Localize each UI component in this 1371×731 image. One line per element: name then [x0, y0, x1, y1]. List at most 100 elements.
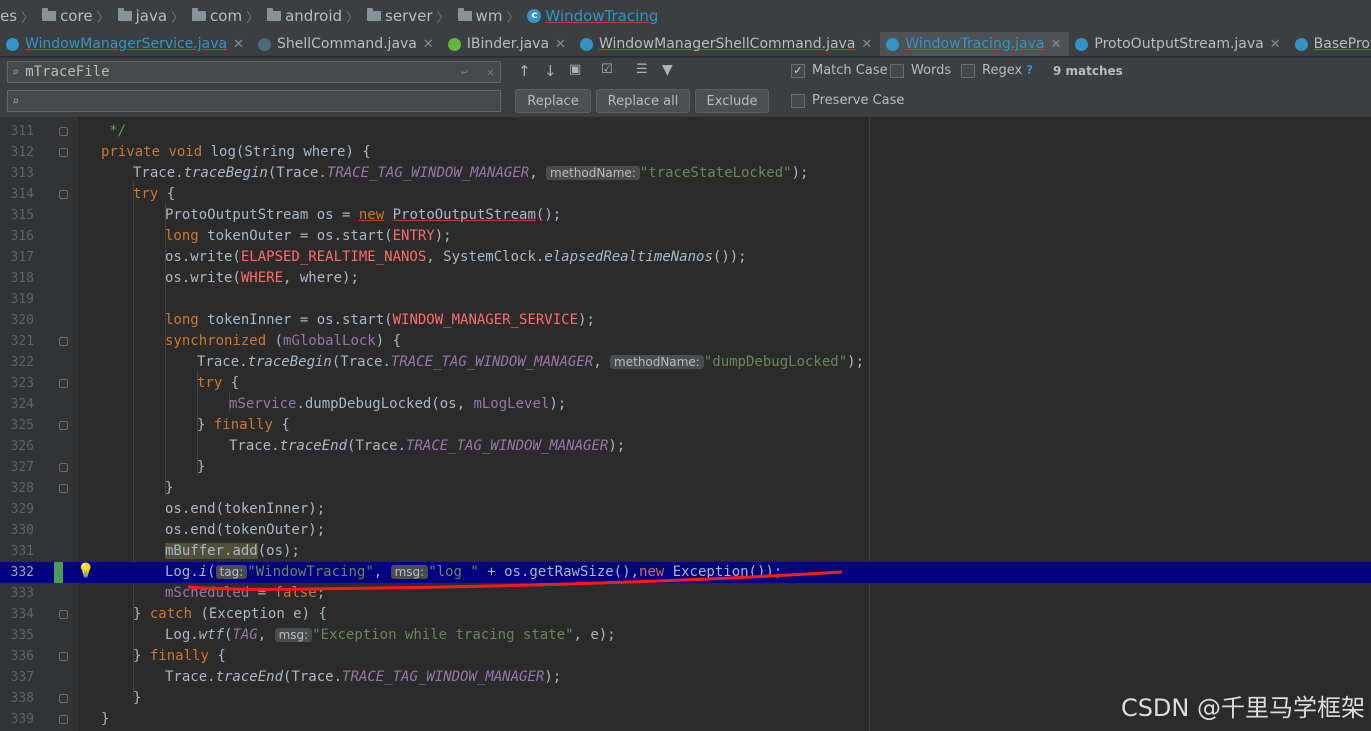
- history-icon[interactable]: ↩: [461, 65, 468, 79]
- class-icon: [1075, 37, 1089, 51]
- tab-windowtracing[interactable]: WindowTracing.java ✕: [880, 32, 1070, 56]
- code-line: 316 long tokenOuter = os.start(ENTRY);: [10, 228, 452, 244]
- replace-button[interactable]: Replace: [515, 89, 591, 113]
- close-icon[interactable]: ✕: [233, 37, 244, 52]
- code-line: 324 mService.dumpDebugLocked(os, mLogLev…: [10, 396, 567, 412]
- close-icon[interactable]: ✕: [1051, 37, 1062, 52]
- param-hint: methodName:: [546, 166, 640, 180]
- close-icon[interactable]: ✕: [423, 37, 434, 52]
- code-line: 319: [10, 292, 34, 307]
- folder-icon: [117, 8, 132, 21]
- lightbulb-icon[interactable]: 💡: [77, 562, 94, 581]
- code-line: 317 os.write(ELAPSED_REALTIME_NANOS, Sys…: [10, 249, 747, 265]
- code-line: 336 } finally {: [10, 648, 226, 664]
- fold-marker-icon[interactable]: [59, 694, 68, 703]
- search-icon: ⌕: [12, 65, 20, 79]
- arrow-down-icon[interactable]: ↓: [544, 62, 557, 80]
- fold-marker-icon[interactable]: [59, 463, 68, 472]
- fold-marker-icon[interactable]: [59, 127, 68, 136]
- fold-marker-icon[interactable]: [59, 379, 68, 388]
- breadcrumb-item[interactable]: java: [112, 7, 167, 25]
- tab-windowmanagershellcommand[interactable]: WindowManagerShellCommand.java ✕: [574, 32, 880, 56]
- code-line: 323 try {: [10, 375, 240, 391]
- code-line: 314 try {: [10, 186, 176, 202]
- checkbox-checked-icon: ✓: [791, 63, 805, 78]
- breadcrumb-item[interactable]: server: [361, 7, 433, 25]
- code-line: 318 os.write(WHERE, where);: [10, 270, 359, 286]
- replace-input[interactable]: ⌕: [7, 90, 501, 112]
- breadcrumb-item[interactable]: wm: [452, 7, 502, 25]
- arrow-up-icon[interactable]: ↑: [518, 62, 531, 80]
- exclude-button[interactable]: Exclude: [695, 89, 769, 113]
- fold-marker-icon[interactable]: [59, 190, 68, 199]
- breadcrumb-item[interactable]: com: [186, 7, 242, 25]
- class-icon: [579, 37, 593, 51]
- code-line: 315 ProtoOutputStream os = new ProtoOutp…: [10, 207, 562, 223]
- fold-marker-icon[interactable]: [59, 337, 68, 346]
- param-hint: msg:: [274, 628, 313, 642]
- code-line: 334 } catch (Exception e) {: [10, 606, 327, 622]
- close-icon[interactable]: ✕: [1270, 37, 1281, 52]
- search-input[interactable]: ⌕ mTraceFile ✕ ↩: [7, 61, 501, 83]
- fold-marker-icon[interactable]: [59, 715, 68, 724]
- clear-icon[interactable]: ✕: [487, 65, 494, 79]
- code-line: 331 mBuffer.add(os);: [10, 543, 300, 559]
- chevron-right-icon: 〉: [96, 10, 110, 26]
- match-case-checkbox[interactable]: ✓ Match Case: [791, 63, 888, 78]
- editor-tabs: WindowManagerService.java ✕ ShellCommand.…: [0, 32, 1371, 56]
- find-replace-bar: ⌕ mTraceFile ✕ ↩ ⌕ ↑ ↓ ▣ ☑ ☰ ▼ ✓ Match Ca…: [0, 57, 1371, 118]
- preserve-case-checkbox[interactable]: Preserve Case: [791, 93, 904, 108]
- multiline-icon[interactable]: ☰: [636, 62, 648, 77]
- fold-marker-icon[interactable]: [59, 652, 68, 661]
- fold-marker-icon[interactable]: [59, 148, 68, 157]
- watermark: CSDN @千里马学框架: [1120, 694, 1365, 722]
- code-line: 322 Trace.traceBegin(Trace.TRACE_TAG_WIN…: [10, 354, 864, 370]
- class-icon: [258, 37, 271, 51]
- code-line: 330 os.end(tokenOuter);: [10, 522, 326, 538]
- class-icon: c: [527, 9, 542, 23]
- chevron-right-icon: 〉: [346, 10, 360, 26]
- tab-windowmanagerservice[interactable]: WindowManagerService.java ✕: [0, 32, 252, 56]
- code-line: 328 }: [10, 480, 174, 496]
- close-icon[interactable]: ✕: [861, 37, 872, 52]
- replace-all-button[interactable]: Replace all: [596, 89, 690, 113]
- folder-icon: [42, 8, 57, 21]
- tab-shellcommand[interactable]: ShellCommand.java ✕: [252, 32, 442, 56]
- regex-help-icon[interactable]: ?: [1026, 63, 1033, 77]
- code-line: 337 Trace.traceEnd(Trace.TRACE_TAG_WINDO…: [10, 669, 562, 685]
- code-line: 325 } finally {: [10, 417, 290, 433]
- filter-icon[interactable]: ▼: [662, 62, 673, 78]
- breadcrumb-item[interactable]: core: [36, 7, 93, 25]
- code-line: 320 long tokenInner = os.start(WINDOW_MA…: [10, 312, 595, 328]
- search-icon: ⌕: [12, 94, 20, 108]
- param-hint: methodName:: [610, 355, 704, 369]
- code-line: 313 Trace.traceBegin(Trace.TRACE_TAG_WIN…: [10, 165, 809, 181]
- fold-marker-icon[interactable]: [59, 610, 68, 619]
- match-count: 9 matches: [1053, 64, 1123, 78]
- fold-marker-icon[interactable]: [59, 484, 68, 493]
- chevron-right-icon: 〉: [246, 10, 260, 26]
- class-icon: [6, 37, 19, 51]
- code-line: 311 */: [10, 123, 127, 139]
- words-checkbox[interactable]: Words: [890, 63, 951, 78]
- select-all-icon[interactable]: ▣: [569, 62, 581, 77]
- fold-marker-icon[interactable]: [59, 421, 68, 430]
- code-line: 312 private void log(String where) {: [10, 144, 371, 160]
- in-selection-icon[interactable]: ☑: [601, 62, 613, 77]
- tab-protooutputstream[interactable]: ProtoOutputStream.java ✕: [1069, 32, 1288, 56]
- tab-ibinder[interactable]: IBinder.java ✕: [442, 32, 574, 56]
- breadcrumb-item[interactable]: android: [261, 7, 342, 25]
- code-line: 335 Log.wtf(TAG, msg: "Exception while tr…: [10, 627, 616, 643]
- code-line: 326 Trace.traceEnd(Trace.TRACE_TAG_WINDO…: [10, 438, 626, 454]
- usage-highlight: mBuffer: [165, 543, 225, 559]
- code-line: 321 synchronized (mGlobalLock) {: [10, 333, 402, 349]
- class-icon: [886, 37, 900, 51]
- breadcrumb-item[interactable]: c WindowTracing: [521, 7, 658, 25]
- chevron-right-icon: 〉: [21, 10, 35, 26]
- folder-icon: [457, 8, 472, 21]
- tab-baseproto[interactable]: BaseProto: [1289, 32, 1371, 56]
- code-line: 329 os.end(tokenInner);: [10, 501, 326, 517]
- close-icon[interactable]: ✕: [555, 37, 566, 52]
- breadcrumb-item[interactable]: es: [0, 7, 17, 25]
- regex-checkbox[interactable]: Regex: [961, 63, 1022, 78]
